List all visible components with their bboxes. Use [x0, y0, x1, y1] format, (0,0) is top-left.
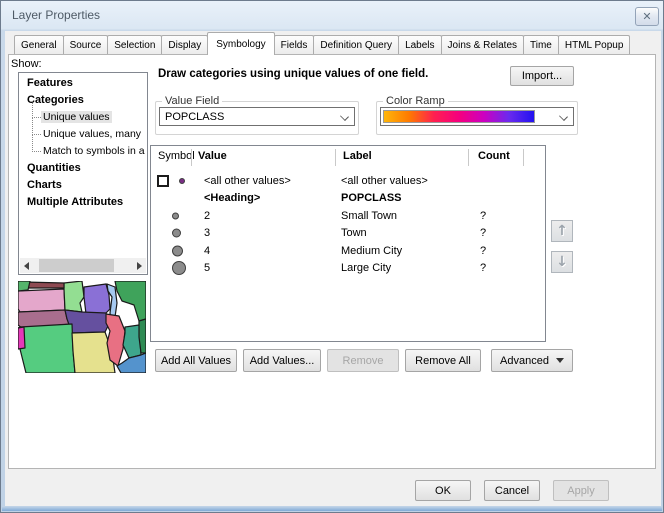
move-up-button[interactable]: ↑: [551, 220, 573, 242]
point-symbol[interactable]: [179, 178, 185, 184]
column-symbol: Symbol: [158, 150, 195, 162]
scrollbar-thumb[interactable]: [39, 259, 114, 272]
point-symbol[interactable]: [172, 229, 181, 238]
remove-button: Remove: [327, 349, 399, 372]
cancel-button[interactable]: Cancel: [484, 480, 540, 501]
tab-source[interactable]: Source: [63, 35, 109, 55]
all-other-values-checkbox[interactable]: [157, 175, 169, 187]
tab-selection[interactable]: Selection: [107, 35, 162, 55]
tab-symbology[interactable]: Symbology: [207, 32, 274, 55]
value-field-dropdown[interactable]: POPCLASS: [159, 107, 355, 126]
value-field-value: POPCLASS: [165, 111, 224, 123]
show-label: Show:: [11, 58, 42, 70]
ok-button[interactable]: OK: [415, 480, 471, 501]
table-row[interactable]: 3 Town ?: [151, 225, 545, 243]
show-tree: Features Categories Unique values Unique…: [18, 72, 148, 275]
add-values-button[interactable]: Add Values...: [243, 349, 321, 372]
close-icon: ✕: [642, 11, 651, 22]
table-row[interactable]: <all other values> <all other values>: [151, 172, 545, 190]
tab-fields[interactable]: Fields: [274, 35, 315, 55]
horizontal-scrollbar[interactable]: [20, 258, 146, 273]
tab-labels[interactable]: Labels: [398, 35, 441, 55]
arrow-down-icon: ↓: [556, 255, 568, 269]
tab-general[interactable]: General: [14, 35, 64, 55]
advanced-button[interactable]: Advanced: [491, 349, 573, 372]
panel-heading: Draw categories using unique values of o…: [158, 68, 428, 80]
tab-strip: General Source Selection Display Symbolo…: [14, 32, 629, 55]
menu-caret-icon: [556, 358, 564, 367]
column-count: Count: [478, 150, 510, 162]
chevron-down-icon[interactable]: [560, 113, 567, 120]
apply-button: Apply: [553, 480, 609, 501]
dialog-client-area: General Source Selection Display Symbolo…: [5, 31, 661, 506]
show-item-charts[interactable]: Charts: [19, 177, 147, 194]
symbology-page: Show: Features Categories Unique values …: [8, 54, 656, 469]
title-bar[interactable]: Layer Properties ✕: [1, 1, 663, 30]
tab-display[interactable]: Display: [161, 35, 208, 55]
map-preview: [18, 281, 146, 373]
column-label: Label: [343, 150, 372, 162]
values-table: Symbol Value Label Count <all other valu…: [150, 145, 546, 342]
tab-time[interactable]: Time: [523, 35, 559, 55]
tab-html-popup[interactable]: HTML Popup: [558, 35, 631, 55]
window-title: Layer Properties: [12, 8, 100, 22]
tab-definition-query[interactable]: Definition Query: [313, 35, 399, 55]
table-row[interactable]: 4 Medium City ?: [151, 242, 545, 260]
color-ramp-swatch: [383, 110, 535, 123]
show-item-match-symbols[interactable]: Match to symbols in a: [19, 143, 147, 160]
color-ramp-legend: Color Ramp: [383, 95, 448, 107]
show-item-multiple-attributes[interactable]: Multiple Attributes: [19, 194, 147, 211]
point-symbol[interactable]: [172, 261, 186, 275]
table-row-heading[interactable]: <Heading> POPCLASS: [151, 190, 545, 208]
arrow-up-icon: ↑: [556, 224, 568, 238]
scroll-left-icon[interactable]: [20, 258, 35, 273]
layer-properties-dialog: Layer Properties ✕ General Source Select…: [0, 0, 664, 513]
close-button[interactable]: ✕: [635, 7, 659, 26]
table-row[interactable]: 2 Small Town ?: [151, 207, 545, 225]
values-table-header: Symbol Value Label Count: [151, 146, 545, 169]
add-all-values-button[interactable]: Add All Values: [155, 349, 237, 372]
table-row[interactable]: 5 Large City ?: [151, 260, 545, 278]
show-item-quantities[interactable]: Quantities: [19, 160, 147, 177]
value-field-legend: Value Field: [162, 95, 222, 107]
column-value: Value: [198, 150, 227, 162]
point-symbol[interactable]: [172, 212, 179, 219]
scroll-right-icon[interactable]: [131, 258, 146, 273]
show-item-features[interactable]: Features: [19, 75, 147, 92]
import-button[interactable]: Import...: [510, 66, 574, 86]
color-ramp-dropdown[interactable]: [380, 107, 574, 126]
point-symbol[interactable]: [172, 245, 183, 256]
tab-joins-relates[interactable]: Joins & Relates: [441, 35, 524, 55]
remove-all-button[interactable]: Remove All: [405, 349, 481, 372]
chevron-down-icon[interactable]: [341, 113, 348, 120]
move-down-button[interactable]: ↓: [551, 251, 573, 273]
